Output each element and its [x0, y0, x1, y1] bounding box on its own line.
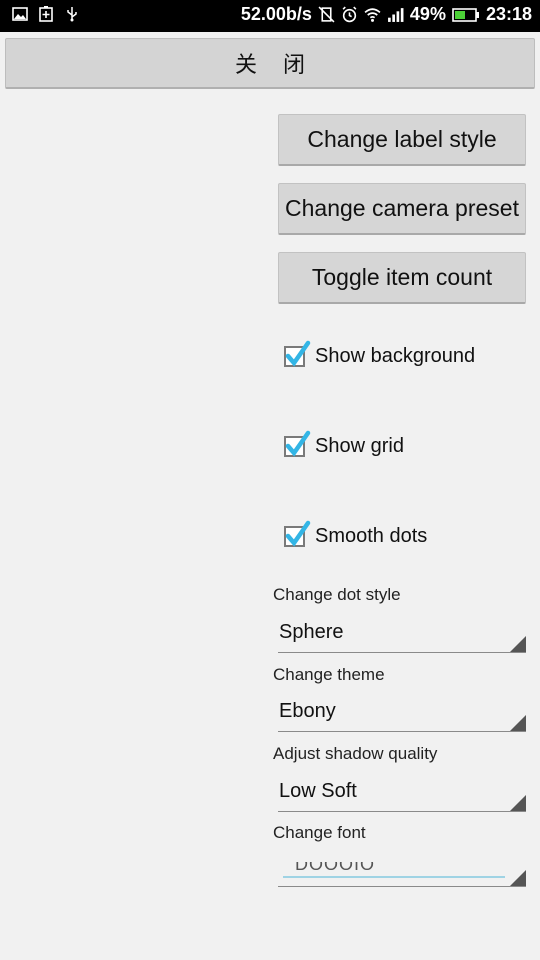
toggle-item-count-button[interactable]: Toggle item count: [278, 252, 526, 304]
status-right: 52.00b/s 49% 23:18: [241, 4, 532, 25]
theme-spinner[interactable]: Ebony: [278, 696, 526, 732]
clock: 23:18: [485, 4, 532, 24]
alarm-icon: [342, 6, 357, 23]
dot-style-spinner[interactable]: Sphere: [278, 617, 526, 653]
checkmark-icon: [285, 430, 311, 457]
dot-style-value: Sphere: [279, 621, 344, 643]
font-value: DOOOIO: [295, 862, 376, 874]
show-grid-label: Show grid: [315, 435, 404, 457]
usb-icon: [67, 7, 77, 22]
change-camera-preset-label: Change camera preset: [285, 195, 519, 221]
show-grid-checkbox-row[interactable]: Show grid: [284, 430, 404, 458]
smooth-dots-label: Smooth dots: [315, 525, 428, 547]
show-background-checkbox[interactable]: [284, 340, 311, 367]
change-label-style-label: Change label style: [307, 126, 497, 152]
font-label: Change font: [273, 823, 366, 842]
show-background-checkbox-row[interactable]: Show background: [284, 340, 476, 368]
shadow-quality-label: Adjust shadow quality: [273, 744, 438, 763]
battery-saver-icon: [39, 6, 53, 22]
close-button-label: 关闭: [234, 53, 331, 78]
smooth-dots-checkbox[interactable]: [284, 520, 311, 547]
image-icon: [12, 7, 28, 21]
status-bar: 52.00b/s 49% 23:18: [0, 0, 540, 32]
toggle-item-count-label: Toggle item count: [311, 264, 493, 290]
dropdown-arrow-icon: [510, 870, 526, 886]
dot-style-label: Change dot style: [273, 585, 401, 604]
show-background-label: Show background: [315, 345, 476, 367]
shadow-quality-value: Low Soft: [279, 780, 357, 802]
status-left: [12, 6, 80, 22]
close-button[interactable]: 关闭: [5, 38, 535, 89]
battery-icon: [452, 7, 479, 22]
theme-label: Change theme: [273, 665, 385, 684]
dropdown-arrow-icon: [510, 636, 526, 652]
font-spinner-preview: DOOOIO: [283, 862, 505, 878]
checkmark-icon: [285, 340, 311, 367]
change-camera-preset-button[interactable]: Change camera preset: [278, 183, 526, 235]
dropdown-arrow-icon: [510, 715, 526, 731]
shadow-quality-spinner[interactable]: Low Soft: [278, 776, 526, 812]
theme-value: Ebony: [279, 700, 336, 722]
battery-percent: 49%: [409, 4, 446, 24]
vibrate-off-icon: [318, 6, 335, 23]
dropdown-arrow-icon: [510, 795, 526, 811]
signal-icon: [387, 8, 404, 22]
checkmark-icon: [285, 520, 311, 547]
network-speed: 52.00b/s: [240, 4, 312, 24]
smooth-dots-checkbox-row[interactable]: Smooth dots: [284, 520, 428, 548]
change-label-style-button[interactable]: Change label style: [278, 114, 526, 166]
show-grid-checkbox[interactable]: [284, 430, 311, 457]
wifi-icon: [364, 8, 381, 22]
